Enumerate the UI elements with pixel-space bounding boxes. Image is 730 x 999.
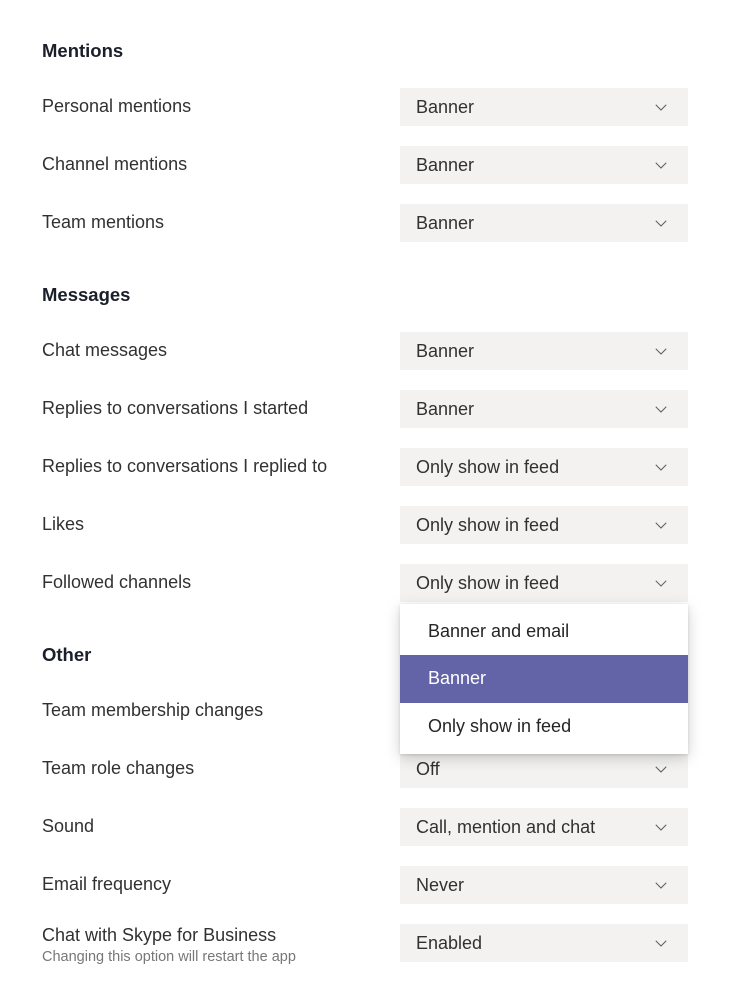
dropdown-chat-messages[interactable]: Banner	[400, 332, 688, 370]
chevron-down-icon	[650, 816, 672, 838]
chevron-down-icon	[650, 212, 672, 234]
row-replies-replied: Replies to conversations I replied to On…	[42, 448, 688, 486]
label-likes: Likes	[42, 513, 390, 536]
dropdown-email-frequency[interactable]: Never	[400, 866, 688, 904]
dropdown-replies-replied[interactable]: Only show in feed	[400, 448, 688, 486]
dropdown-value: Call, mention and chat	[416, 817, 595, 838]
dropdown-role-changes[interactable]: Off	[400, 750, 688, 788]
chevron-down-icon	[650, 340, 672, 362]
dropdown-channel-mentions[interactable]: Banner	[400, 146, 688, 184]
dropdown-option-only-show-in-feed[interactable]: Only show in feed	[400, 703, 688, 750]
dropdown-value: Banner	[416, 97, 474, 118]
label-replies-started: Replies to conversations I started	[42, 397, 390, 420]
dropdown-value: Only show in feed	[416, 573, 559, 594]
dropdown-value: Banner	[416, 341, 474, 362]
chevron-down-icon	[650, 456, 672, 478]
dropdown-value: Banner	[416, 213, 474, 234]
dropdown-button-replies-replied[interactable]: Only show in feed	[400, 448, 688, 486]
section-header-messages: Messages	[42, 284, 688, 306]
row-email-frequency: Email frequency Never	[42, 866, 688, 904]
section-messages: Messages Chat messages Banner Replies to…	[42, 284, 688, 602]
dropdown-team-mentions[interactable]: Banner	[400, 204, 688, 242]
label-replies-replied: Replies to conversations I replied to	[42, 455, 390, 478]
section-mentions: Mentions Personal mentions Banner Channe…	[42, 40, 688, 242]
dropdown-menu-followed-channels: Banner and email Banner Only show in fee…	[400, 604, 688, 754]
row-channel-mentions: Channel mentions Banner	[42, 146, 688, 184]
chevron-down-icon	[650, 96, 672, 118]
dropdown-personal-mentions[interactable]: Banner	[400, 88, 688, 126]
label-sound: Sound	[42, 815, 390, 838]
dropdown-value: Banner	[416, 399, 474, 420]
dropdown-button-role-changes[interactable]: Off	[400, 750, 688, 788]
dropdown-button-likes[interactable]: Only show in feed	[400, 506, 688, 544]
dropdown-sound[interactable]: Call, mention and chat	[400, 808, 688, 846]
dropdown-followed-channels[interactable]: Only show in feed Banner and email Banne…	[400, 564, 688, 602]
label-membership-changes: Team membership changes	[42, 699, 390, 722]
dropdown-button-followed-channels[interactable]: Only show in feed	[400, 564, 688, 602]
label-chat-messages: Chat messages	[42, 339, 390, 362]
dropdown-button-channel-mentions[interactable]: Banner	[400, 146, 688, 184]
dropdown-button-email-frequency[interactable]: Never	[400, 866, 688, 904]
subtext-skype: Changing this option will restart the ap…	[42, 949, 390, 965]
label-email-frequency: Email frequency	[42, 873, 390, 896]
chevron-down-icon	[650, 398, 672, 420]
row-sound: Sound Call, mention and chat	[42, 808, 688, 846]
label-role-changes: Team role changes	[42, 757, 390, 780]
label-team-mentions: Team mentions	[42, 211, 390, 234]
dropdown-skype[interactable]: Enabled	[400, 924, 688, 962]
dropdown-value: Only show in feed	[416, 515, 559, 536]
dropdown-value: Banner	[416, 155, 474, 176]
dropdown-value: Only show in feed	[416, 457, 559, 478]
chevron-down-icon	[650, 874, 672, 896]
dropdown-button-replies-started[interactable]: Banner	[400, 390, 688, 428]
chevron-down-icon	[650, 572, 672, 594]
label-skype: Chat with Skype for Business	[42, 924, 390, 947]
row-skype: Chat with Skype for Business Changing th…	[42, 924, 688, 965]
label-personal-mentions: Personal mentions	[42, 95, 390, 118]
dropdown-likes[interactable]: Only show in feed	[400, 506, 688, 544]
dropdown-button-sound[interactable]: Call, mention and chat	[400, 808, 688, 846]
row-team-mentions: Team mentions Banner	[42, 204, 688, 242]
row-personal-mentions: Personal mentions Banner	[42, 88, 688, 126]
dropdown-value: Off	[416, 759, 440, 780]
chevron-down-icon	[650, 932, 672, 954]
dropdown-button-team-mentions[interactable]: Banner	[400, 204, 688, 242]
label-followed-channels: Followed channels	[42, 571, 390, 594]
dropdown-button-personal-mentions[interactable]: Banner	[400, 88, 688, 126]
dropdown-replies-started[interactable]: Banner	[400, 390, 688, 428]
row-followed-channels: Followed channels Only show in feed Bann…	[42, 564, 688, 602]
dropdown-value: Enabled	[416, 933, 482, 954]
chevron-down-icon	[650, 758, 672, 780]
row-role-changes: Team role changes Off	[42, 750, 688, 788]
section-header-mentions: Mentions	[42, 40, 688, 62]
label-channel-mentions: Channel mentions	[42, 153, 390, 176]
dropdown-button-chat-messages[interactable]: Banner	[400, 332, 688, 370]
row-chat-messages: Chat messages Banner	[42, 332, 688, 370]
dropdown-value: Never	[416, 875, 464, 896]
row-replies-started: Replies to conversations I started Banne…	[42, 390, 688, 428]
dropdown-button-skype[interactable]: Enabled	[400, 924, 688, 962]
row-likes: Likes Only show in feed	[42, 506, 688, 544]
chevron-down-icon	[650, 154, 672, 176]
dropdown-option-banner[interactable]: Banner	[400, 655, 688, 702]
dropdown-option-banner-and-email[interactable]: Banner and email	[400, 608, 688, 655]
chevron-down-icon	[650, 514, 672, 536]
